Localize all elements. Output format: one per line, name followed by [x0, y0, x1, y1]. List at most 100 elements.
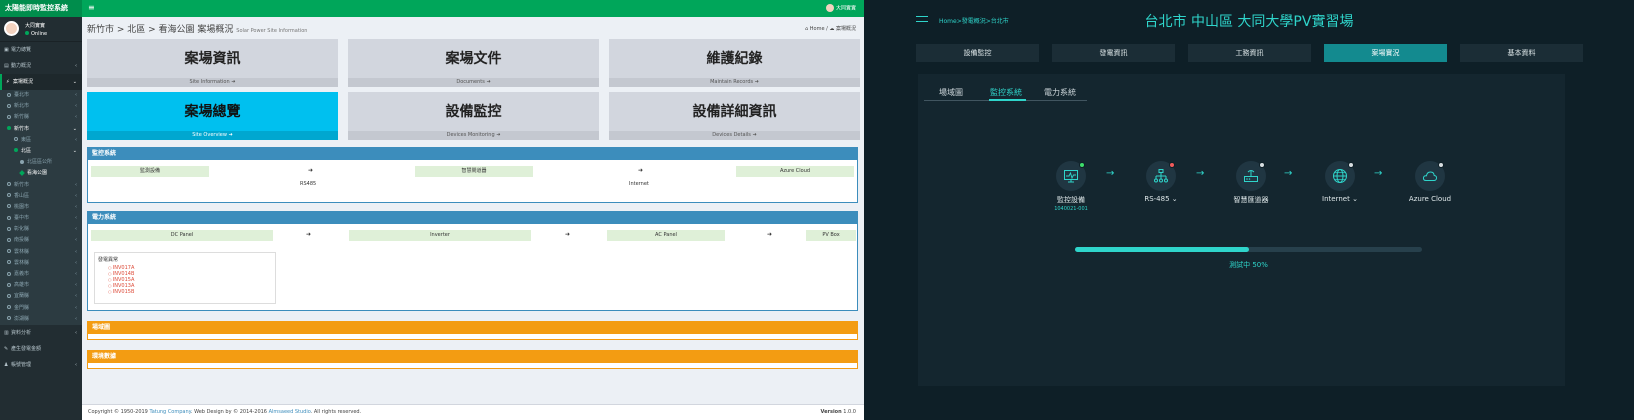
azure-cloud-cell: Azure Cloud	[736, 166, 854, 177]
main-content: 新竹市 > 北區 > 看海公園 案場概況 Solar Power Site In…	[82, 17, 864, 404]
menu-item-icon: ♟	[4, 361, 9, 368]
breadcrumb: 新竹市 > 北區 > 看海公園 案場概況	[87, 25, 234, 35]
top-user-menu[interactable]: 大同實實	[825, 4, 856, 12]
alarm-list: INV017A INV014B INV015A INV013A INV015B	[98, 265, 272, 295]
tab-engineering-info[interactable]: 工務資訊	[1188, 44, 1311, 62]
box-title: 環境數據	[88, 351, 857, 363]
sidebar-item[interactable]: ▣ 電力總覽	[0, 42, 82, 58]
tile-site-info[interactable]: 案場資訊 Site Information ➜	[87, 39, 338, 87]
sidebar-item[interactable]: ▥ 資料分析 ‹	[0, 325, 82, 341]
sidebar-item[interactable]: 臺中市 ‹	[0, 213, 82, 225]
sidebar-item[interactable]: 雲林縣 ‹	[0, 257, 82, 269]
tab-basic-data[interactable]: 基本資料	[1460, 44, 1583, 62]
sidebar-item[interactable]: 宜蘭縣 ‹	[0, 291, 82, 303]
node-label[interactable]: Internet ⌄	[1295, 195, 1385, 203]
arrow-right-icon: →	[1374, 168, 1383, 179]
subtab-power-system[interactable]: 電力系統	[1044, 87, 1076, 98]
sidebar-item[interactable]: 新竹市 ⌄	[0, 123, 82, 135]
sidebar-item[interactable]: 金門縣 ‹	[0, 302, 82, 314]
azure-cloud-node[interactable]	[1415, 161, 1445, 191]
cloud-icon	[1422, 171, 1438, 181]
sidebar-item-label: 電力總覽	[11, 47, 32, 53]
tile-site-overview[interactable]: 案場總覽 Site Overview ➜	[87, 92, 338, 140]
chevron-icon: ‹	[75, 226, 77, 233]
tab-site-status[interactable]: 案場實況	[1324, 44, 1447, 62]
tile-footer-link[interactable]: Site Overview ➜	[87, 131, 338, 140]
sidebar-item[interactable]: ▤ 動力概況 ‹	[0, 58, 82, 74]
gateway-node[interactable]	[1236, 161, 1266, 191]
sidebar-item[interactable]: ✎ 產生發電金額	[0, 341, 82, 357]
rights-text: . All rights reserved.	[310, 409, 362, 415]
alarm-item[interactable]: INV015B	[98, 289, 272, 295]
sidebar-item[interactable]: ⚡ 案場概況 ⌄	[0, 74, 82, 90]
sidebar-item[interactable]: 新北市 ‹	[0, 101, 82, 113]
sidebar-item-label: 東區	[21, 136, 32, 143]
sidebar-item-label: 澎湖縣	[14, 315, 30, 322]
subtab-monitor-system[interactable]: 監控系統	[990, 87, 1022, 98]
tile-footer-link[interactable]: Devices Monitoring ➜	[348, 131, 599, 140]
sidebar-item-label: 雲林縣	[14, 248, 30, 255]
sidebar-item[interactable]: 嘉義市 ‹	[0, 269, 82, 281]
home-link[interactable]: ⌂ Home	[805, 26, 825, 32]
sidebar-item[interactable]: 彰化縣 ‹	[0, 224, 82, 236]
tab-device-monitoring[interactable]: 設備監控	[916, 44, 1039, 62]
sidebar-item[interactable]: 新竹縣 ‹	[0, 112, 82, 124]
tile-footer-link[interactable]: Maintain Records ➜	[609, 78, 860, 87]
sidebar: 太陽能即時監控系統 大同實實 Online ▣ 電力總覽 ▤ 動力概況 ‹ ⚡ 案場概況 ⌄ 臺…	[0, 0, 82, 420]
circle-icon	[7, 271, 11, 276]
node-label[interactable]: RS-485 ⌄	[1116, 195, 1206, 203]
subtab-active-indicator	[989, 99, 1026, 101]
sidebar-item[interactable]: 南投縣 ‹	[0, 235, 82, 247]
sidebar-item-label: 金門縣	[14, 304, 30, 311]
sidebar-item[interactable]: 北區 ⌄	[0, 145, 82, 158]
tab-power-info[interactable]: 發電資訊	[1052, 44, 1175, 62]
box-title: 場域圖	[88, 322, 857, 334]
tile-title: 設備監控	[445, 104, 502, 120]
sidebar-item[interactable]: 高雄市 ‹	[0, 280, 82, 292]
sidebar-item-label: 看海公園	[27, 170, 48, 177]
chevron-icon: ‹	[75, 136, 77, 143]
sidebar-item[interactable]: ♟ 帳號管理 ‹	[0, 357, 82, 373]
chevron-icon: ⌄	[72, 125, 77, 132]
tile-devices-monitoring[interactable]: 設備監控 Devices Monitoring ➜	[348, 92, 599, 140]
sidebar-item[interactable]: 香山區 ‹	[0, 190, 82, 202]
app-logo[interactable]: 太陽能即時監控系統	[0, 0, 82, 17]
studio-link[interactable]: Almsaeed Studio	[269, 409, 311, 415]
gateway-cell: 智慧閘道器	[415, 166, 533, 177]
monitor-device-node[interactable]	[1056, 161, 1086, 191]
sidebar-item[interactable]: 新竹市 ‹	[0, 179, 82, 191]
subtab-site-map[interactable]: 場域圖	[939, 87, 963, 98]
monitor-system-box: 監控系統 監測設備 ➜ RS485 智慧閘道器 ➜ Internet Azure…	[87, 147, 858, 203]
sidebar-item[interactable]: 澎湖縣 ‹	[0, 313, 82, 325]
circle-icon	[7, 293, 11, 298]
sidebar-item[interactable]: 雲林縣 ‹	[0, 246, 82, 258]
chevron-icon: ‹	[75, 192, 77, 199]
circle-icon	[7, 249, 11, 254]
tile-footer-link[interactable]: Documents ➜	[348, 78, 599, 87]
arrow-right-icon: →	[1196, 168, 1205, 179]
chevron-icon: ‹	[75, 203, 77, 210]
chevron-icon: ‹	[75, 259, 77, 266]
alarm-title: 發電異常	[98, 257, 119, 263]
avatar	[4, 21, 19, 36]
sidebar-item[interactable]: 桃園市 ‹	[0, 201, 82, 214]
hamburger-icon[interactable]: ≡	[88, 3, 95, 12]
online-dot-icon	[25, 31, 29, 35]
sidebar-item-label: 香山區	[14, 192, 30, 199]
tile-footer-link[interactable]: Devices Details ➜	[609, 131, 860, 140]
tile-documents[interactable]: 案場文件 Documents ➜	[348, 39, 599, 87]
sidebar-item[interactable]: 看海公園	[0, 168, 82, 180]
tile-devices-details[interactable]: 設備詳細資訊 Devices Details ➜	[609, 92, 860, 140]
sidebar-item[interactable]: 臺北市 ‹	[0, 90, 82, 102]
internet-node[interactable]	[1325, 161, 1355, 191]
tile-maintain-records[interactable]: 維護紀錄 Maintain Records ➜	[609, 39, 860, 87]
chevron-icon: ‹	[75, 282, 77, 289]
sidebar-item-label: 產生發電金額	[11, 345, 42, 352]
sidebar-item[interactable]: 北區區公所	[0, 157, 82, 169]
circle-icon	[7, 316, 11, 321]
node-label: 監控設備	[1057, 196, 1085, 204]
company-link[interactable]: Tatung Company	[149, 409, 190, 415]
tile-footer-link[interactable]: Site Information ➜	[87, 78, 338, 87]
sidebar-item[interactable]: 東區 ‹	[0, 134, 82, 146]
rs485-node[interactable]	[1146, 161, 1176, 191]
